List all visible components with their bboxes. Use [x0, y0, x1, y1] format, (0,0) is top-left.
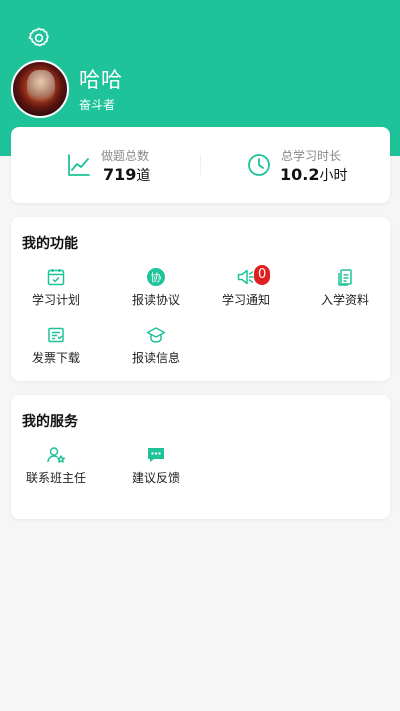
function-label: 学习计划: [31, 293, 80, 307]
questions-value: 719道: [103, 165, 150, 185]
study-time-unit: 小时: [319, 168, 348, 184]
speaker-icon: [236, 267, 256, 287]
function-label: 报读协议: [131, 293, 180, 307]
avatar[interactable]: [11, 60, 69, 118]
line-chart-icon: [66, 152, 92, 178]
my-functions-card: 我的功能 学习计划 协 报读协议 0 学习通知 入学资料 发票下载 报读信息: [11, 217, 390, 381]
function-label: 入学资料: [320, 293, 369, 307]
function-admission-materials[interactable]: 入学资料: [300, 267, 390, 317]
settings-icon[interactable]: [27, 26, 51, 50]
study-time-stat[interactable]: 总学习时长 10.2小时: [201, 127, 390, 203]
service-label: 联系班主任: [25, 471, 86, 485]
function-invoice-download[interactable]: 发票下载: [11, 325, 101, 375]
questions-stat[interactable]: 做题总数 719道: [11, 127, 200, 203]
calendar-icon: [46, 267, 66, 287]
function-label: 发票下载: [31, 351, 80, 365]
function-study-plan[interactable]: 学习计划: [11, 267, 101, 317]
function-enrollment-info[interactable]: 报读信息: [111, 325, 201, 375]
user-title: 奋斗者: [79, 98, 116, 112]
study-time-hours: 10.2: [280, 165, 320, 184]
my-services-card: 我的服务 联系班主任 建议反馈: [11, 395, 390, 519]
agreement-icon: 协: [146, 267, 166, 287]
function-study-notice[interactable]: 0 学习通知: [201, 265, 291, 317]
username: 哈哈: [79, 68, 123, 92]
clock-icon: [246, 152, 272, 178]
graduation-cap-icon: [146, 325, 166, 345]
notice-badge: 0: [254, 265, 271, 285]
svg-text:协: 协: [151, 270, 162, 284]
questions-count: 719: [103, 165, 137, 184]
service-contact-teacher[interactable]: 联系班主任: [11, 445, 101, 495]
questions-unit: 道: [136, 168, 151, 184]
my-services-title: 我的服务: [22, 414, 78, 430]
study-time-value: 10.2小时: [280, 165, 347, 185]
invoice-icon: [46, 325, 66, 345]
function-label: 报读信息: [131, 351, 180, 365]
stats-card: 做题总数 719道 总学习时长 10.2小时: [11, 127, 390, 203]
feedback-icon: [146, 445, 166, 465]
service-feedback[interactable]: 建议反馈: [111, 445, 201, 495]
service-label: 建议反馈: [131, 471, 180, 485]
documents-icon: [335, 267, 355, 287]
study-time-label: 总学习时长: [281, 149, 342, 163]
questions-label: 做题总数: [101, 149, 150, 163]
contact-teacher-icon: [46, 445, 66, 465]
my-functions-title: 我的功能: [22, 236, 78, 252]
function-label: 学习通知: [221, 293, 270, 307]
function-enrollment-agreement[interactable]: 协 报读协议: [111, 267, 201, 317]
